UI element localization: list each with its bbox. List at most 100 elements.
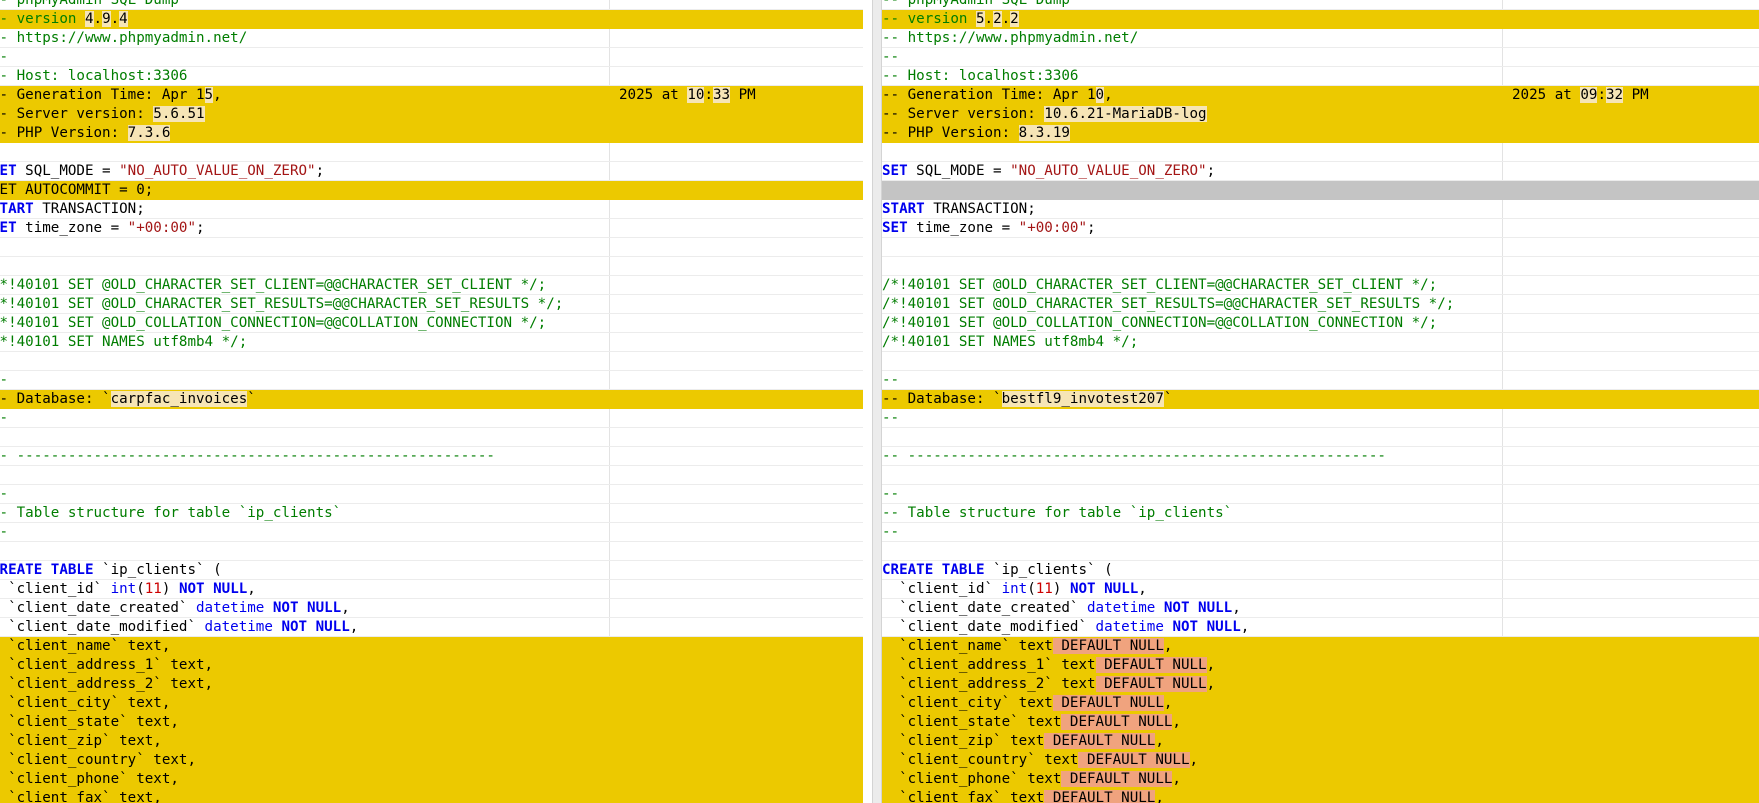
code-line[interactable]: -- bbox=[0, 371, 863, 390]
changed-line[interactable]: `client_state` text, bbox=[0, 713, 863, 732]
code-line[interactable]: /*!40101 SET @OLD_CHARACTER_SET_CLIENT=@… bbox=[882, 276, 1759, 295]
code-line[interactable] bbox=[0, 428, 863, 447]
changed-line[interactable]: `client_zip` text, bbox=[0, 732, 863, 751]
changed-line[interactable]: -- version 4.9.4 bbox=[0, 10, 863, 29]
code-line[interactable] bbox=[882, 428, 1759, 447]
code-line[interactable] bbox=[0, 466, 863, 485]
code-line[interactable]: /*!40101 SET @OLD_CHARACTER_SET_RESULTS=… bbox=[882, 295, 1759, 314]
changed-line[interactable]: -- Database: `carpfac_invoices` bbox=[0, 390, 863, 409]
code-line[interactable] bbox=[882, 238, 1759, 257]
code-line[interactable] bbox=[882, 143, 1759, 162]
code-line[interactable]: -- phpMyAdmin SQL Dump bbox=[0, 0, 863, 10]
code-line[interactable]: START TRANSACTION; bbox=[0, 200, 863, 219]
code-token: DEFAULT NULL bbox=[1052, 695, 1164, 711]
code-line[interactable]: -- Table structure for table `ip_clients… bbox=[882, 504, 1759, 523]
code-line[interactable]: `client_date_modified` datetime NOT NULL… bbox=[0, 618, 863, 637]
changed-line[interactable]: -- Generation Time: Apr 10, 2025 at 09:32… bbox=[882, 86, 1759, 105]
code-line[interactable]: /*!40101 SET @OLD_COLLATION_CONNECTION=@… bbox=[882, 314, 1759, 333]
code-line[interactable]: `client_date_modified` datetime NOT NULL… bbox=[882, 618, 1759, 637]
code-line[interactable]: SET SQL_MODE = "NO_AUTO_VALUE_ON_ZERO"; bbox=[882, 162, 1759, 181]
code-line[interactable] bbox=[0, 542, 863, 561]
changed-line[interactable]: SET AUTOCOMMIT = 0; bbox=[0, 181, 863, 200]
code-line[interactable]: -- Table structure for table `ip_clients… bbox=[0, 504, 863, 523]
changed-line[interactable]: `client_zip` text DEFAULT NULL, bbox=[882, 732, 1759, 751]
code-line[interactable] bbox=[882, 466, 1759, 485]
changed-line[interactable]: `client_address_1` text, bbox=[0, 656, 863, 675]
code-line[interactable]: -- bbox=[0, 485, 863, 504]
code-line[interactable]: -- -------------------------------------… bbox=[882, 447, 1759, 466]
code-line[interactable]: SET time_zone = "+00:00"; bbox=[882, 219, 1759, 238]
code-token: -- bbox=[0, 486, 9, 502]
code-token: -- Database: ` bbox=[0, 391, 111, 407]
code-line[interactable] bbox=[0, 238, 863, 257]
code-line[interactable]: -- Host: localhost:3306 bbox=[0, 67, 863, 86]
code-line[interactable]: `client_id` int(11) NOT NULL, bbox=[882, 580, 1759, 599]
code-token: `client_country` text, bbox=[0, 752, 196, 768]
changed-line[interactable]: `client_country` text, bbox=[0, 751, 863, 770]
changed-line[interactable]: -- version 5.2.2 bbox=[882, 10, 1759, 29]
changed-line[interactable]: `client_name` text, bbox=[0, 637, 863, 656]
left-file-pane[interactable]: -- phpMyAdmin SQL Dump -- version 4.9.4 --… bbox=[0, 0, 872, 803]
code-line[interactable]: -- https://www.phpmyadmin.net/ bbox=[0, 29, 863, 48]
code-line[interactable]: /*!40101 SET NAMES utf8mb4 */; bbox=[882, 333, 1759, 352]
code-line[interactable] bbox=[882, 257, 1759, 276]
code-line[interactable]: -- bbox=[882, 371, 1759, 390]
code-line[interactable]: -- bbox=[0, 523, 863, 542]
changed-line[interactable]: -- Server version: 5.6.51 bbox=[0, 105, 863, 124]
changed-line[interactable]: `client_fax` text DEFAULT NULL, bbox=[882, 789, 1759, 803]
code-line[interactable]: `client_date_created` datetime NOT NULL, bbox=[882, 599, 1759, 618]
changed-line[interactable]: `client_address_1` text DEFAULT NULL, bbox=[882, 656, 1759, 675]
code-token: : bbox=[1597, 87, 1606, 103]
code-line[interactable]: CREATE TABLE `ip_clients` ( bbox=[882, 561, 1759, 580]
changed-line[interactable]: `client_state` text DEFAULT NULL, bbox=[882, 713, 1759, 732]
code-line[interactable] bbox=[882, 542, 1759, 561]
changed-line[interactable]: `client_address_2` text DEFAULT NULL, bbox=[882, 675, 1759, 694]
changed-line[interactable]: `client_phone` text DEFAULT NULL, bbox=[882, 770, 1759, 789]
code-line[interactable]: CREATE TABLE `ip_clients` ( bbox=[0, 561, 863, 580]
changed-line[interactable]: -- Generation Time: Apr 15, 2025 at 10:33… bbox=[0, 86, 863, 105]
changed-line[interactable]: `client_phone` text, bbox=[0, 770, 863, 789]
code-line[interactable]: /*!40101 SET NAMES utf8mb4 */; bbox=[0, 333, 863, 352]
code-line[interactable]: -- bbox=[882, 485, 1759, 504]
code-token: DEFAULT NULL bbox=[1061, 771, 1173, 787]
code-line[interactable]: /*!40101 SET @OLD_COLLATION_CONNECTION=@… bbox=[0, 314, 863, 333]
code-line[interactable]: -- -------------------------------------… bbox=[0, 447, 863, 466]
changed-line[interactable]: `client_city` text, bbox=[0, 694, 863, 713]
code-token: 09 bbox=[1580, 87, 1598, 103]
code-token: -- version bbox=[0, 11, 85, 27]
code-token: DEFAULT NULL bbox=[1078, 752, 1190, 768]
code-line[interactable]: -- Host: localhost:3306 bbox=[882, 67, 1759, 86]
code-token: -- bbox=[882, 524, 900, 540]
pane-divider[interactable] bbox=[872, 0, 882, 803]
code-line[interactable]: /*!40101 SET @OLD_CHARACTER_SET_CLIENT=@… bbox=[0, 276, 863, 295]
code-line[interactable]: -- phpMyAdmin SQL Dump bbox=[882, 0, 1759, 10]
code-line[interactable] bbox=[0, 257, 863, 276]
code-line[interactable]: -- bbox=[0, 48, 863, 67]
code-line[interactable]: SET SQL_MODE = "NO_AUTO_VALUE_ON_ZERO"; bbox=[0, 162, 863, 181]
code-line[interactable]: -- bbox=[0, 409, 863, 428]
changed-line[interactable]: -- PHP Version: 7.3.6 bbox=[0, 124, 863, 143]
code-line[interactable] bbox=[0, 352, 863, 371]
code-line[interactable] bbox=[0, 143, 863, 162]
changed-line[interactable]: `client_address_2` text, bbox=[0, 675, 863, 694]
code-line[interactable]: -- bbox=[882, 523, 1759, 542]
code-line[interactable]: START TRANSACTION; bbox=[882, 200, 1759, 219]
changed-line[interactable]: -- Database: `bestfl9_invotest207` bbox=[882, 390, 1759, 409]
code-line[interactable]: -- bbox=[882, 409, 1759, 428]
code-line[interactable]: -- bbox=[882, 48, 1759, 67]
changed-line[interactable]: `client_city` text DEFAULT NULL, bbox=[882, 694, 1759, 713]
code-line[interactable]: `client_date_created` datetime NOT NULL, bbox=[0, 599, 863, 618]
changed-line[interactable]: -- Server version: 10.6.21-MariaDB-log bbox=[882, 105, 1759, 124]
changed-line[interactable]: `client_fax` text, bbox=[0, 789, 863, 803]
right-file-pane[interactable]: -- phpMyAdmin SQL Dump -- version 5.2.2 --… bbox=[882, 0, 1759, 803]
code-line[interactable]: SET time_zone = "+00:00"; bbox=[0, 219, 863, 238]
code-line[interactable]: `client_id` int(11) NOT NULL, bbox=[0, 580, 863, 599]
missing-line[interactable] bbox=[882, 181, 1759, 200]
code-line[interactable] bbox=[882, 352, 1759, 371]
changed-line[interactable]: `client_country` text DEFAULT NULL, bbox=[882, 751, 1759, 770]
code-line[interactable]: -- https://www.phpmyadmin.net/ bbox=[882, 29, 1759, 48]
changed-line[interactable]: -- PHP Version: 8.3.19 bbox=[882, 124, 1759, 143]
code-line[interactable]: /*!40101 SET @OLD_CHARACTER_SET_RESULTS=… bbox=[0, 295, 863, 314]
changed-line[interactable]: `client_name` text DEFAULT NULL, bbox=[882, 637, 1759, 656]
